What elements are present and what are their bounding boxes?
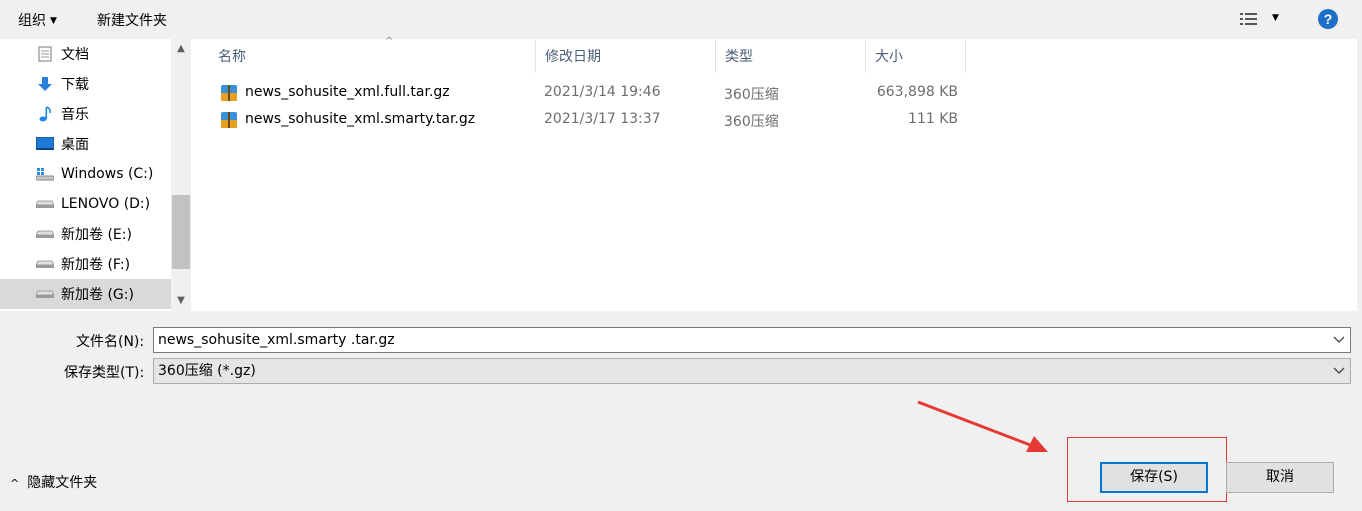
save-button[interactable]: 保存(S) <box>1100 462 1208 493</box>
download-icon <box>36 76 54 92</box>
column-name-label: 名称 <box>218 49 246 65</box>
scroll-up-icon[interactable]: ▲ <box>171 39 191 59</box>
new-folder-button[interactable]: 新建文件夹 <box>97 10 167 30</box>
nav-item-drive-c[interactable]: Windows (C:) <box>0 159 171 189</box>
navigation-pane: 文档 下载 音乐 桌面 Windows (C:) LENOVO (D:) 新加卷… <box>0 39 191 311</box>
archive-file-icon <box>221 85 237 101</box>
nav-item-label: Windows (C:) <box>61 166 154 182</box>
file-date: 2021/3/14 19:46 <box>544 84 661 100</box>
filetype-value: 360压缩 (*.gz) <box>158 363 256 379</box>
hide-folders-toggle[interactable]: ^ 隐藏文件夹 <box>10 472 97 492</box>
toolbar: 组织 ▼ 新建文件夹 ▼ ? <box>0 0 1362 39</box>
nav-item-label: 下载 <box>61 77 89 93</box>
file-row[interactable]: news_sohusite_xml.smarty.tar.gz 2021/3/1… <box>192 107 1358 134</box>
filetype-select[interactable]: 360压缩 (*.gz) <box>153 358 1351 384</box>
chevron-up-icon: ^ <box>10 477 20 490</box>
column-date-label: 修改日期 <box>545 49 601 65</box>
file-name: news_sohusite_xml.smarty.tar.gz <box>245 111 476 127</box>
column-header-type[interactable]: 类型 <box>716 39 866 73</box>
nav-item-label: 文档 <box>61 47 89 63</box>
drive-icon <box>36 286 54 302</box>
nav-item-label: 桌面 <box>61 137 89 153</box>
archive-file-icon <box>221 112 237 128</box>
column-header-name[interactable]: 名称 ^ <box>209 36 536 73</box>
view-dropdown-icon[interactable]: ▼ <box>1272 13 1279 23</box>
file-row[interactable]: news_sohusite_xml.full.tar.gz 2021/3/14 … <box>192 80 1358 107</box>
chevron-down-icon: ▼ <box>50 16 57 26</box>
nav-item-drive-f[interactable]: 新加卷 (F:) <box>0 249 171 279</box>
pane-edge <box>1357 39 1362 311</box>
file-name: news_sohusite_xml.full.tar.gz <box>245 84 450 100</box>
nav-item-label: 音乐 <box>61 107 89 123</box>
scroll-down-icon[interactable]: ▼ <box>171 291 191 311</box>
filename-input[interactable]: news_sohusite_xml.smarty .tar.gz <box>153 327 1351 353</box>
column-header-date[interactable]: 修改日期 <box>536 39 716 73</box>
filename-label: 文件名(N): <box>76 334 145 350</box>
help-icon[interactable]: ? <box>1318 9 1338 29</box>
scroll-thumb[interactable] <box>172 195 190 269</box>
file-list: 名称 ^ 修改日期 类型 大小 news_sohusite_xml.full.t… <box>191 36 1358 311</box>
view-options-icon[interactable] <box>1240 12 1258 26</box>
nav-scrollbar[interactable]: ▲ ▼ <box>171 39 191 311</box>
drive-icon <box>36 256 54 272</box>
nav-item-desktop[interactable]: 桌面 <box>0 129 171 159</box>
annotation-arrow-icon <box>917 400 1048 452</box>
nav-item-label: LENOVO (D:) <box>61 196 151 212</box>
filename-value: news_sohusite_xml.smarty .tar.gz <box>158 332 395 348</box>
nav-item-drive-g[interactable]: 新加卷 (G:) <box>0 279 171 309</box>
music-icon <box>36 106 54 122</box>
cancel-button[interactable]: 取消 <box>1226 462 1334 493</box>
nav-item-music[interactable]: 音乐 <box>0 99 171 129</box>
nav-item-label: 新加卷 (G:) <box>61 287 134 303</box>
file-type: 360压缩 <box>724 87 779 103</box>
windows-drive-icon <box>36 166 54 182</box>
column-size-label: 大小 <box>875 49 903 65</box>
file-size: 111 KB <box>908 111 958 127</box>
nav-item-documents[interactable]: 文档 <box>0 39 171 69</box>
organize-label: 组织 <box>18 13 46 29</box>
nav-item-label: 新加卷 (E:) <box>61 227 132 243</box>
column-header-size[interactable]: 大小 <box>866 39 966 73</box>
document-icon <box>36 46 54 62</box>
sort-ascending-icon: ^ <box>385 36 394 47</box>
drive-icon <box>36 226 54 242</box>
drive-icon <box>36 196 54 212</box>
nav-item-label: 新加卷 (F:) <box>61 257 131 273</box>
nav-item-drive-e[interactable]: 新加卷 (E:) <box>0 219 171 249</box>
nav-item-downloads[interactable]: 下载 <box>0 69 171 99</box>
nav-item-drive-d[interactable]: LENOVO (D:) <box>0 189 171 219</box>
column-type-label: 类型 <box>725 49 753 65</box>
file-size: 663,898 KB <box>876 84 958 100</box>
file-type: 360压缩 <box>724 114 779 130</box>
organize-button[interactable]: 组织 ▼ <box>18 10 57 30</box>
chevron-down-icon[interactable] <box>1332 328 1346 352</box>
file-date: 2021/3/17 13:37 <box>544 111 661 127</box>
filetype-label: 保存类型(T): <box>64 365 145 381</box>
desktop-icon <box>36 136 54 152</box>
chevron-down-icon[interactable] <box>1332 359 1346 383</box>
hide-folders-label: 隐藏文件夹 <box>27 475 98 491</box>
